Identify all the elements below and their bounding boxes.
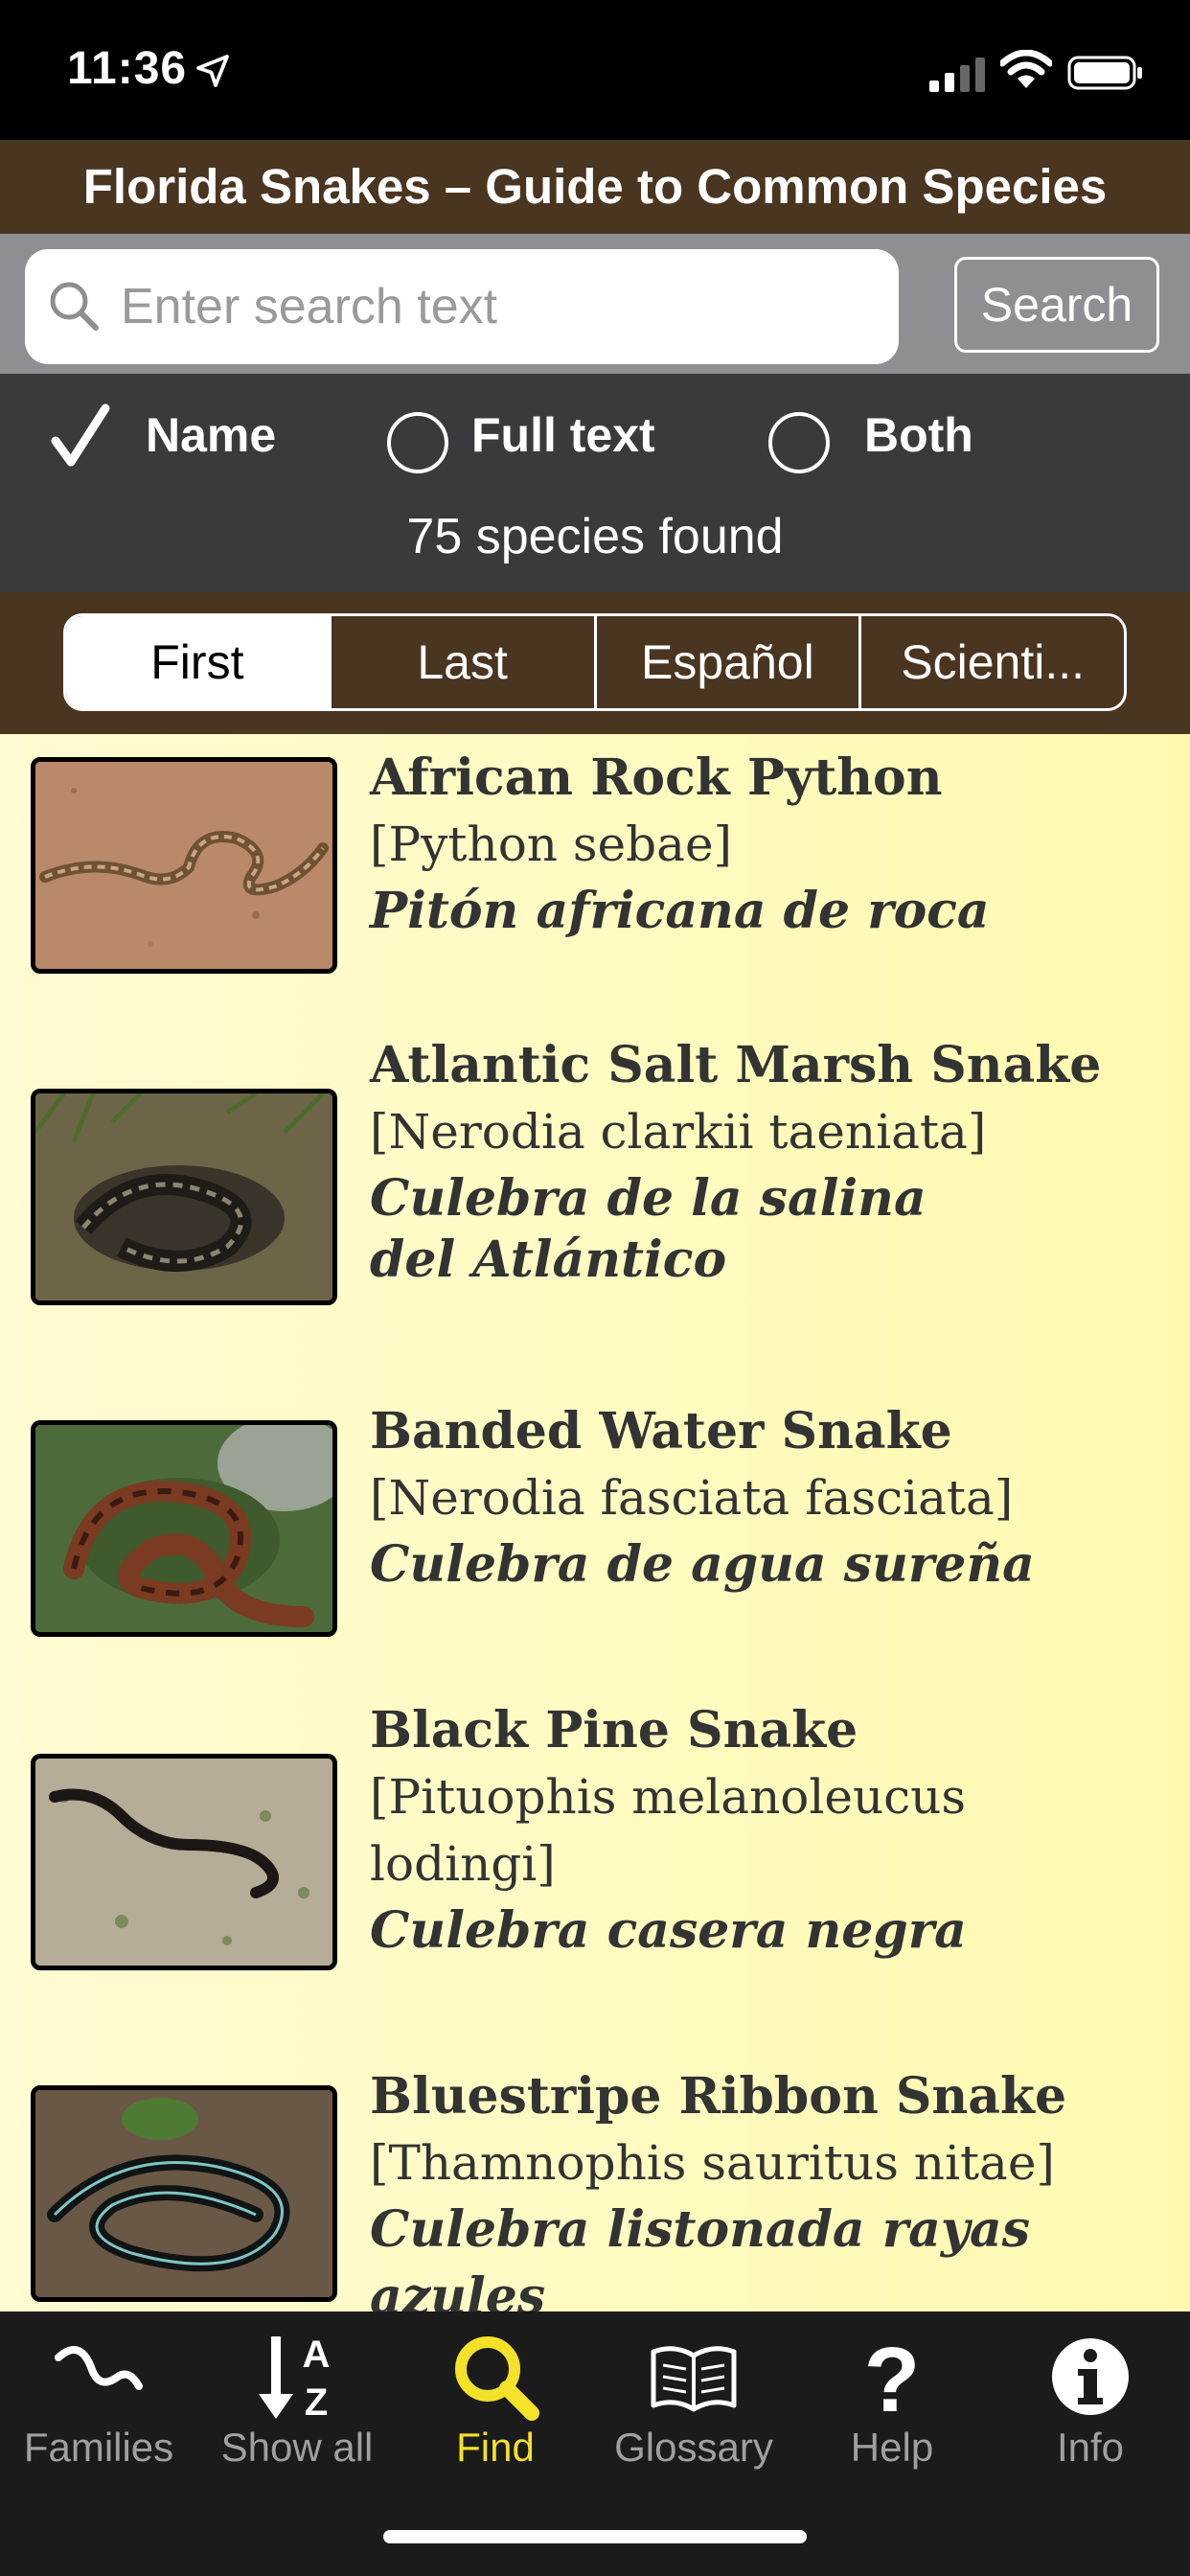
tab-help[interactable]: ? Help — [793, 2312, 991, 2484]
location-arrow-icon — [196, 55, 229, 87]
spanish-name-line-2: del Atlántico — [370, 1230, 727, 1289]
scientific-name-line-2: lodingi] — [370, 1836, 556, 1892]
species-list[interactable]: African Rock Python [Python sebae] Pitón… — [0, 734, 1190, 2312]
tab-glossary[interactable]: Glossary — [595, 2312, 792, 2484]
list-item[interactable]: African Rock Python [Python sebae] Pitón… — [0, 734, 1190, 1014]
species-photo — [31, 2085, 337, 2302]
tab-info[interactable]: Info — [992, 2312, 1189, 2484]
spanish-name-line-1: Culebra de la salina — [370, 1169, 927, 1228]
svg-text:?: ? — [864, 2329, 921, 2425]
search-input[interactable]: Enter search text — [25, 249, 899, 364]
tab-find[interactable]: Find — [397, 2312, 594, 2484]
question-icon: ? — [864, 2329, 921, 2425]
checkmark-icon[interactable] — [50, 402, 111, 470]
sort-segmented-control: First Last Español Scienti... — [63, 613, 1127, 711]
scientific-name: [Thamnophis sauritus nitae] — [370, 2135, 1055, 2191]
option-full-text[interactable]: Full text — [471, 406, 655, 464]
segment-scientific[interactable]: Scienti... — [861, 616, 1124, 708]
list-item[interactable]: Bluestripe Ribbon Snake [Thamnophis saur… — [0, 2043, 1190, 2312]
list-item[interactable]: Banded Water Snake [Nerodia fasciata fas… — [0, 1378, 1190, 1679]
species-text: African Rock Python [Python sebae] Pitón… — [370, 746, 1175, 945]
species-text: Black Pine Snake [Pituophis melanoleucus… — [370, 1698, 1175, 1965]
option-name[interactable]: Name — [146, 406, 276, 464]
svg-text:A: A — [303, 2334, 331, 2376]
search-scope-options: Name Full text Both 75 species found — [0, 374, 1190, 592]
species-text: Bluestripe Ribbon Snake [Thamnophis saur… — [370, 2064, 1175, 2312]
common-name: Atlantic Salt Marsh Snake — [370, 1036, 1102, 1094]
spanish-name: Culebra listonada rayas azules — [370, 2200, 1030, 2312]
common-name: Banded Water Snake — [370, 1402, 952, 1460]
spanish-name: Culebra casera negra — [370, 1901, 967, 1960]
book-icon — [651, 2346, 737, 2412]
segment-espanol[interactable]: Español — [597, 616, 862, 708]
status-bar: 11:36 — [0, 0, 1190, 140]
sort-az-icon: A Z — [259, 2334, 331, 2424]
common-name: Bluestripe Ribbon Snake — [370, 2067, 1067, 2126]
svg-text:Z: Z — [305, 2381, 328, 2424]
sort-bar: First Last Español Scienti... — [0, 592, 1190, 734]
page-title: Florida Snakes – Guide to Common Species — [82, 159, 1108, 214]
radio-both[interactable] — [768, 412, 830, 473]
segment-last[interactable]: Last — [332, 616, 597, 708]
scientific-name: [Nerodia fasciata fasciata] — [370, 1470, 1014, 1526]
result-count: 75 species found — [406, 509, 784, 564]
species-photo — [31, 1420, 337, 1637]
species-photo — [31, 1754, 337, 1970]
option-both[interactable]: Both — [864, 406, 973, 464]
tab-families[interactable]: Families — [0, 2312, 197, 2484]
list-item[interactable]: Black Pine Snake [Pituophis melanoleucus… — [0, 1677, 1190, 2045]
species-photo — [31, 757, 337, 974]
species-text: Banded Water Snake [Nerodia fasciata fas… — [370, 1399, 1175, 1598]
tab-label: Info — [1056, 2425, 1125, 2470]
scientific-name-line-1: [Pituophis melanoleucus — [370, 1769, 967, 1825]
tab-label: Help — [850, 2425, 934, 2470]
status-time: 11:36 — [67, 43, 188, 94]
list-item[interactable]: Atlantic Salt Marsh Snake [Nerodia clark… — [0, 1012, 1190, 1380]
spanish-name: Pitón africana de roca — [370, 882, 990, 940]
search-icon — [455, 2336, 539, 2421]
snake-icon — [55, 2346, 143, 2390]
app-title-bar: Florida Snakes – Guide to Common Species — [0, 140, 1190, 234]
cellular-signal-icon — [929, 58, 985, 92]
search-bar: Enter search text Search — [0, 234, 1190, 374]
spanish-name: Culebra de agua sureña — [370, 1535, 1035, 1594]
tab-label: Families — [23, 2425, 174, 2470]
tab-show-all[interactable]: A Z Show all — [198, 2312, 396, 2484]
battery-icon — [1067, 56, 1142, 90]
scientific-name: [Nerodia clarkii taeniata] — [370, 1104, 987, 1160]
scientific-name: [Python sebae] — [370, 816, 733, 872]
search-icon — [50, 282, 99, 331]
home-indicator[interactable] — [383, 2530, 807, 2543]
tab-label: Find — [456, 2425, 535, 2470]
species-photo — [31, 1089, 337, 1305]
wifi-icon — [1000, 50, 1052, 88]
species-text: Atlantic Salt Marsh Snake [Nerodia clark… — [370, 1033, 1175, 1294]
tab-label: Glossary — [614, 2425, 773, 2470]
common-name: Black Pine Snake — [370, 1701, 858, 1760]
radio-full-text[interactable] — [387, 412, 448, 473]
tab-label: Show all — [220, 2425, 374, 2470]
search-placeholder: Enter search text — [121, 279, 498, 334]
search-button[interactable]: Search — [954, 257, 1159, 353]
common-name: African Rock Python — [370, 748, 943, 807]
info-icon — [1052, 2338, 1129, 2415]
segment-first[interactable]: First — [66, 616, 332, 708]
